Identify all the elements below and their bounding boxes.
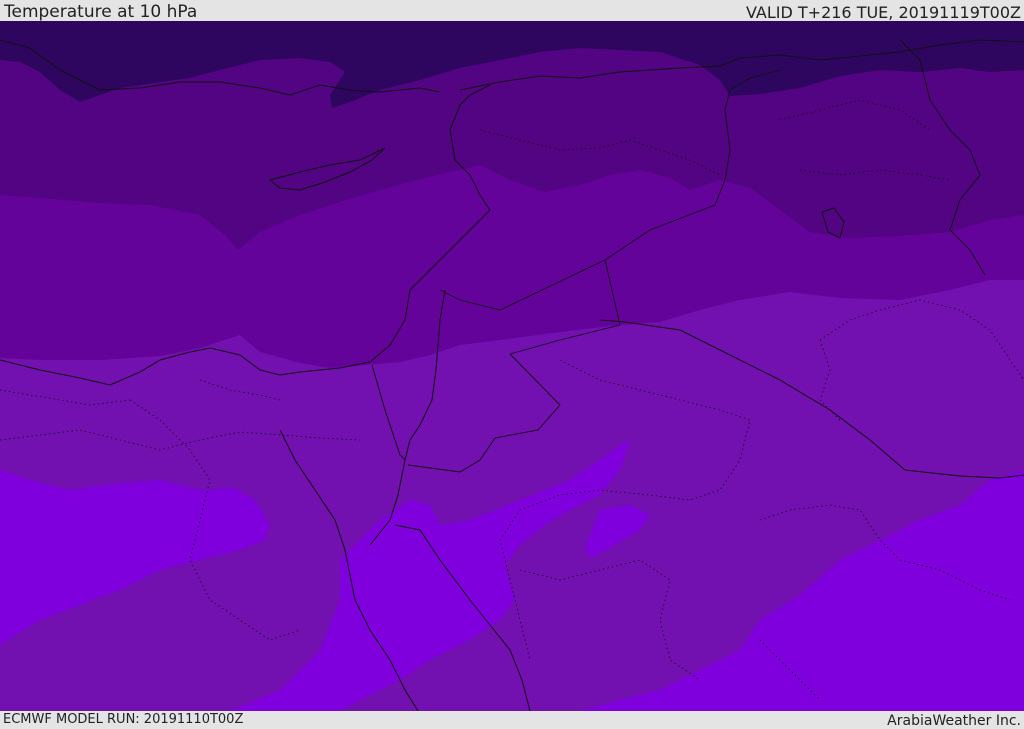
footer-bar: ECMWF MODEL RUN: 20191110T00Z ArabiaWeat…	[0, 711, 1024, 729]
header-bar: Temperature at 10 hPa VALID T+216 TUE, 2…	[0, 0, 1024, 22]
temperature-map[interactable]	[0, 21, 1024, 711]
model-run: ECMWF MODEL RUN: 20191110T00Z	[3, 712, 244, 727]
credit-label: ArabiaWeather Inc.	[887, 713, 1021, 729]
valid-time: VALID T+216 TUE, 20191119T00Z	[745, 3, 1021, 22]
map-title: Temperature at 10 hPa	[4, 2, 198, 22]
